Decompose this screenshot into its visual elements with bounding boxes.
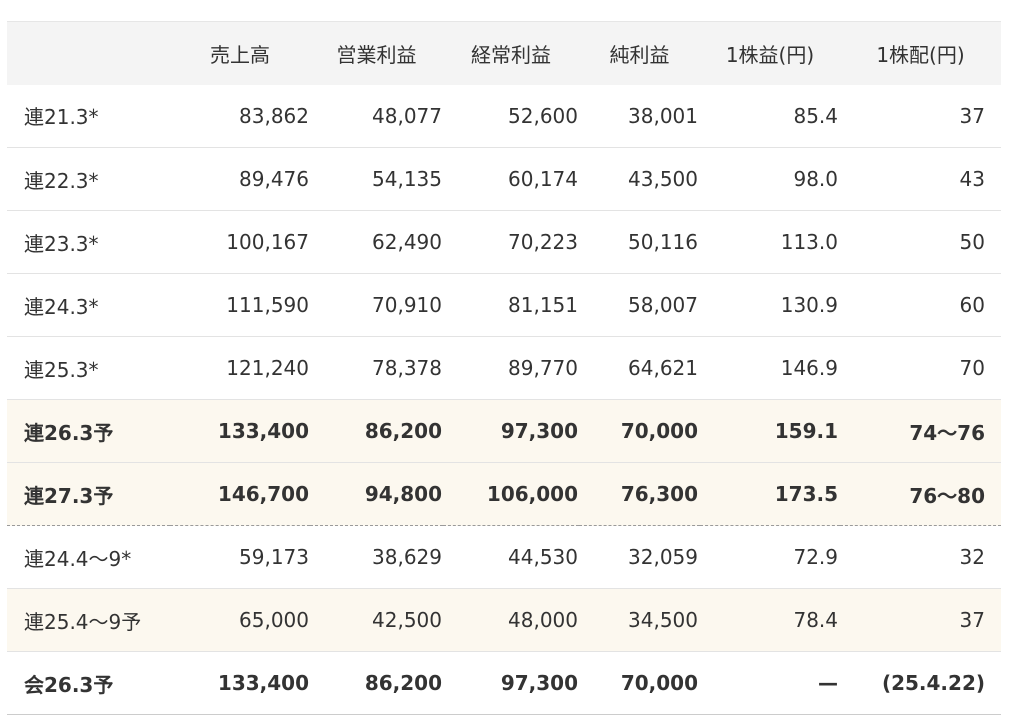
table-row: 連24.3* 111,590 70,910 81,151 58,007 130.9 60 bbox=[7, 274, 1001, 337]
header-cell-sales: 売上高 bbox=[210, 42, 270, 67]
table-row: 連24.4〜9* 59,173 38,629 44,530 32,059 72.9 32 bbox=[7, 526, 1001, 589]
cell-operating-profit: 42,500 bbox=[372, 608, 442, 632]
cell-eps: 130.9 bbox=[780, 293, 838, 317]
cell-net-profit: 43,500 bbox=[628, 167, 698, 191]
header-cell-operating-profit: 営業利益 bbox=[336, 42, 417, 67]
cell-net-profit: 64,621 bbox=[628, 356, 698, 380]
cell-dividend: 32 bbox=[959, 545, 985, 569]
row-label: 連25.4〜9予 bbox=[24, 609, 142, 634]
cell-dividend: 70 bbox=[959, 356, 985, 380]
table-body: 連21.3* 83,862 48,077 52,600 38,001 85.4 37 連22.… bbox=[7, 85, 1001, 715]
row-label: 連27.3予 bbox=[24, 483, 114, 508]
header-cell-net-profit: 純利益 bbox=[609, 42, 670, 67]
cell-eps: — bbox=[818, 671, 838, 695]
row-label: 連24.3* bbox=[24, 294, 99, 319]
table-row: 会26.3予 133,400 86,200 97,300 70,000 — (25.4.22… bbox=[7, 652, 1001, 715]
table-row: 連27.3予 146,700 94,800 106,000 76,300 173.5 76〜… bbox=[7, 462, 1001, 526]
table-row: 連22.3* 89,476 54,135 60,174 43,500 98.0 43 bbox=[7, 148, 1001, 211]
cell-ordinary-profit: 44,530 bbox=[508, 545, 578, 569]
row-label: 連23.3* bbox=[24, 231, 99, 256]
cell-ordinary-profit: 52,600 bbox=[508, 103, 578, 128]
cell-ordinary-profit: 60,174 bbox=[508, 167, 578, 191]
cell-eps: 78.4 bbox=[793, 608, 838, 632]
header-row: 売上高 営業利益 経常利益 純利益 1株益(円) 1株配(円) bbox=[7, 21, 1001, 85]
cell-operating-profit: 78,378 bbox=[372, 356, 442, 380]
cell-net-profit: 76,300 bbox=[620, 482, 698, 506]
cell-ordinary-profit: 106,000 bbox=[486, 482, 578, 506]
cell-ordinary-profit: 81,151 bbox=[508, 293, 578, 317]
cell-ordinary-profit: 89,770 bbox=[508, 356, 578, 380]
cell-ordinary-profit: 97,300 bbox=[500, 419, 578, 443]
header-cell-period bbox=[7, 22, 170, 85]
table-row: 連25.3* 121,240 78,378 89,770 64,621 146.9 70 bbox=[7, 337, 1001, 400]
cell-dividend: 74〜76 bbox=[909, 420, 985, 445]
cell-sales: 100,167 bbox=[226, 230, 309, 254]
cell-sales: 89,476 bbox=[239, 167, 309, 191]
cell-eps: 72.9 bbox=[793, 545, 838, 569]
cell-dividend: 60 bbox=[959, 293, 985, 317]
cell-ordinary-profit: 48,000 bbox=[508, 608, 578, 632]
header-cell-eps: 1株益(円) bbox=[725, 42, 815, 67]
cell-eps: 146.9 bbox=[780, 356, 838, 380]
cell-ordinary-profit: 70,223 bbox=[508, 230, 578, 254]
cell-sales: 133,400 bbox=[217, 419, 309, 443]
row-label: 連21.3* bbox=[24, 105, 99, 130]
row-label: 連22.3* bbox=[24, 168, 99, 193]
cell-net-profit: 32,059 bbox=[628, 545, 698, 569]
cell-dividend: (25.4.22) bbox=[881, 671, 985, 695]
cell-operating-profit: 70,910 bbox=[372, 293, 442, 317]
cell-operating-profit: 94,800 bbox=[364, 482, 442, 506]
row-label: 会26.3予 bbox=[24, 672, 114, 697]
cell-sales: 59,173 bbox=[239, 545, 309, 569]
cell-net-profit: 34,500 bbox=[628, 608, 698, 632]
header-cell-dividend: 1株配(円) bbox=[876, 42, 965, 67]
cell-eps: 173.5 bbox=[774, 482, 838, 506]
cell-net-profit: 70,000 bbox=[620, 671, 698, 695]
cell-sales: 65,000 bbox=[239, 608, 309, 632]
earnings-table-container: 売上高 営業利益 経常利益 純利益 1株益(円) 1株配(円) 連21.3* 83… bbox=[7, 21, 1001, 715]
header-cell-ordinary-profit: 経常利益 bbox=[471, 42, 551, 67]
cell-eps: 98.0 bbox=[793, 167, 838, 191]
row-label: 連26.3予 bbox=[24, 420, 114, 445]
cell-sales: 111,590 bbox=[226, 293, 309, 317]
table-row: 連21.3* 83,862 48,077 52,600 38,001 85.4 37 bbox=[7, 85, 1001, 148]
cell-dividend: 50 bbox=[959, 230, 985, 254]
earnings-table: 売上高 営業利益 経常利益 純利益 1株益(円) 1株配(円) 連21.3* 83… bbox=[7, 21, 1001, 715]
cell-eps: 85.4 bbox=[793, 103, 838, 128]
cell-dividend: 76〜80 bbox=[909, 483, 985, 508]
cell-sales: 121,240 bbox=[226, 356, 309, 380]
cell-net-profit: 50,116 bbox=[628, 230, 698, 254]
cell-operating-profit: 86,200 bbox=[364, 671, 442, 695]
row-label: 連25.3* bbox=[24, 357, 99, 382]
cell-operating-profit: 38,629 bbox=[372, 545, 442, 569]
cell-net-profit: 70,000 bbox=[620, 419, 698, 443]
table-row: 連23.3* 100,167 62,490 70,223 50,116 113.0 50 bbox=[7, 211, 1001, 274]
cell-operating-profit: 48,077 bbox=[372, 103, 442, 128]
cell-eps: 159.1 bbox=[774, 419, 838, 443]
cell-sales: 83,862 bbox=[239, 103, 309, 128]
table-row: 連26.3予 133,400 86,200 97,300 70,000 159.1 74〜7… bbox=[7, 399, 1001, 463]
cell-dividend: 37 bbox=[959, 608, 985, 632]
cell-net-profit: 58,007 bbox=[628, 293, 698, 317]
cell-dividend: 43 bbox=[959, 167, 985, 191]
cell-operating-profit: 62,490 bbox=[372, 230, 442, 254]
cell-sales: 133,400 bbox=[217, 671, 309, 695]
cell-operating-profit: 54,135 bbox=[372, 167, 442, 191]
cell-sales: 146,700 bbox=[217, 482, 309, 506]
row-label: 連24.4〜9* bbox=[24, 546, 132, 571]
cell-net-profit: 38,001 bbox=[628, 103, 698, 128]
cell-dividend: 37 bbox=[959, 103, 985, 128]
table-row: 連25.4〜9予 65,000 42,500 48,000 34,500 78.4 37 bbox=[7, 588, 1001, 652]
cell-ordinary-profit: 97,300 bbox=[500, 671, 578, 695]
cell-operating-profit: 86,200 bbox=[364, 419, 442, 443]
cell-eps: 113.0 bbox=[780, 230, 838, 254]
